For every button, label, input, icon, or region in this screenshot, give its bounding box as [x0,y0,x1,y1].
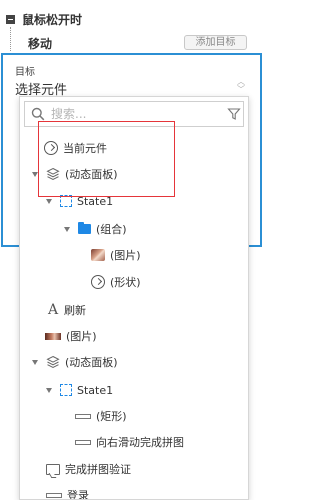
expand-caret-icon[interactable] [64,226,70,232]
tree-item-label: (组合) [96,223,127,236]
circle-arrow-icon [91,275,105,289]
dashed-square-icon [60,384,72,396]
tree-item-image[interactable]: (图片) [91,245,141,265]
tree-item-label: 向右滑动完成拼图 [96,436,184,449]
expand-caret-icon[interactable] [32,359,38,365]
select-arrows-icon[interactable]: ︿ ﹀ [236,78,246,94]
tree-item-shape[interactable]: (形状) [91,272,141,292]
layers-icon [46,355,60,369]
expand-caret-icon[interactable] [46,387,52,393]
folder-icon [78,222,91,234]
speech-bubble-icon [46,463,60,475]
filter-icon[interactable] [227,107,241,121]
expand-caret-icon[interactable] [46,198,52,204]
tree-item-dynamic-panel-2[interactable]: (动态面板) [32,352,118,372]
text-icon: A [47,302,59,318]
tree-item-group[interactable]: (组合) [64,219,127,239]
add-target-button[interactable]: 添加目标 [184,35,247,50]
rectangle-icon [75,413,91,419]
tree-item-image-2[interactable]: (图片) [45,326,97,346]
case-title[interactable]: 移动 [28,35,52,52]
tree-item-label: (动态面板) [65,356,118,369]
tree-item-login[interactable]: 登录 [46,485,89,500]
tree-item-label: 登录 [67,489,89,500]
tree-item-state-2[interactable]: State1 [46,380,113,400]
target-label: 目标 [15,67,35,78]
highlight-annotation [38,121,175,197]
tree-guide-line [10,27,11,51]
collapse-icon[interactable] [6,14,15,24]
image-thumbnail-icon [91,249,105,261]
tree-item-label: (矩形) [96,410,127,423]
search-icon [31,107,45,121]
tree-item-refresh[interactable]: A 刷新 [47,300,86,320]
rectangle-icon [46,492,62,498]
rectangle-icon [75,439,91,445]
event-title: 鼠标松开时 [22,12,83,27]
image-thumbnail-icon [45,332,61,340]
tree-item-label: (形状) [110,276,141,289]
tree-item-label: (图片) [66,330,97,343]
tree-item-label: 完成拼图验证 [65,463,131,476]
tree-item-rectangle[interactable]: (矩形) [75,406,127,426]
tree-item-label: State1 [77,383,114,397]
tree-item-label: (图片) [110,249,141,262]
event-row[interactable]: 鼠标松开时 [6,11,82,27]
tree-item-verify[interactable]: 完成拼图验证 [46,459,131,479]
interaction-header: 鼠标松开时 移动 添加目标 [0,0,263,54]
tree-item-label: 刷新 [64,304,86,317]
tree-item-slide-text[interactable]: 向右滑动完成拼图 [75,432,184,452]
